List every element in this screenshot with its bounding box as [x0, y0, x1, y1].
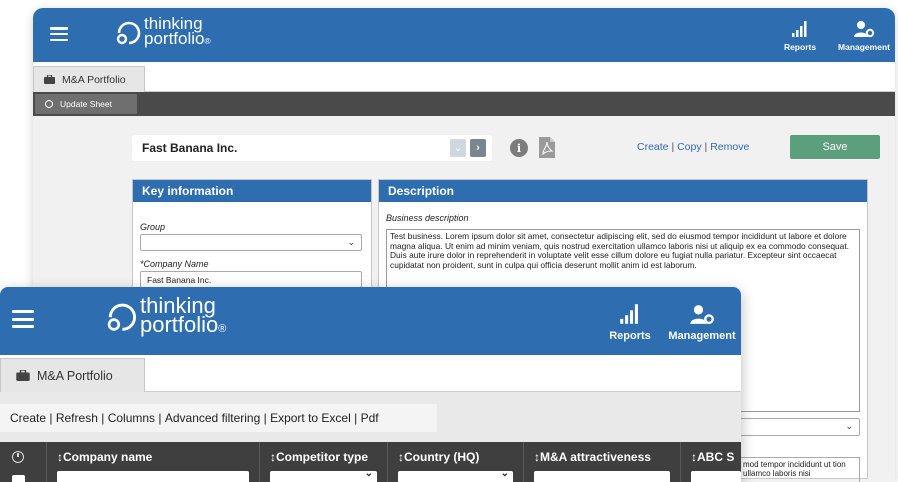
copy-link[interactable]: Copy: [677, 141, 702, 153]
abc-score-filter[interactable]: [691, 471, 741, 482]
update-sheet-button[interactable]: Update Sheet: [35, 94, 137, 114]
briefcase-icon: [44, 75, 55, 84]
nav-reports[interactable]: Reports: [606, 301, 654, 342]
chevron-right-icon[interactable]: ›: [470, 139, 486, 157]
brand-line2: portfolio: [144, 29, 205, 48]
logo-icon: [116, 21, 141, 45]
separator: |: [354, 411, 358, 425]
chevron-down-icon[interactable]: ⌄: [450, 139, 466, 157]
secondary-textarea[interactable]: mod tempor incididunt ut tion ullamco la…: [739, 457, 860, 482]
nav-management[interactable]: Management: [666, 301, 738, 342]
column-company-name[interactable]: ↕Company name: [46, 442, 259, 482]
nav-reports[interactable]: Reports: [782, 18, 818, 52]
export-excel-link[interactable]: Export to Excel: [270, 411, 351, 425]
update-sheet-label: Update Sheet: [60, 99, 112, 109]
select-column: [0, 442, 46, 482]
nav-reports-label: Reports: [783, 42, 817, 52]
logo-icon: [107, 303, 136, 331]
remove-link[interactable]: Remove: [710, 141, 749, 153]
tab-ma-portfolio[interactable]: M&A Portfolio: [33, 66, 145, 92]
company-name-label: *Company Name: [140, 259, 209, 269]
brand-logo[interactable]: thinking portfolio®: [103, 295, 227, 337]
menu-icon[interactable]: [12, 310, 34, 328]
separator: |: [49, 411, 53, 425]
column-ma-attractiveness[interactable]: ↕M&A attractiveness: [523, 442, 680, 482]
nav-management-label: Management: [668, 330, 736, 342]
tab-row: M&A Portfolio: [0, 355, 741, 392]
separator: |: [158, 411, 162, 425]
chevron-down-icon: ⌄: [500, 468, 509, 479]
refresh-link[interactable]: Refresh: [56, 411, 98, 425]
top-navbar: thinking portfolio® Reports Management: [33, 8, 895, 62]
brand-logo[interactable]: thinking portfolio®: [113, 16, 211, 48]
front-window: thinking portfolio® Reports Management M…: [0, 287, 741, 482]
column-label: ↕ABC S: [691, 450, 735, 464]
info-icon[interactable]: i: [510, 139, 528, 157]
column-label: ↕Competitor type: [270, 450, 369, 464]
ma-attractiveness-filter[interactable]: [534, 471, 670, 482]
column-label: ↕Company name: [57, 450, 153, 464]
group-select[interactable]: ⌄: [140, 234, 362, 251]
tab-label: M&A Portfolio: [37, 368, 113, 383]
sheet-toolbar: Update Sheet: [33, 92, 895, 116]
column-label: ↕M&A attractiveness: [534, 450, 651, 464]
brand-line2: portfolio: [140, 312, 219, 337]
user-gear-icon: [666, 301, 738, 325]
separator: |: [704, 141, 708, 153]
pdf-icon[interactable]: [539, 137, 555, 158]
company-name-filter[interactable]: [57, 471, 249, 482]
nav-reports-label: Reports: [609, 330, 651, 342]
grid-header: ↕Company name ↕Competitor type ⌄ ↕Countr…: [0, 442, 741, 482]
description-title: Description: [379, 180, 867, 202]
competitor-type-filter[interactable]: ⌄: [270, 468, 377, 482]
save-button[interactable]: Save: [790, 135, 880, 159]
chevron-down-icon: ⌄: [347, 237, 355, 247]
column-competitor-type[interactable]: ↕Competitor type ⌄: [259, 442, 387, 482]
company-select[interactable]: Fast Banana Inc.: [132, 135, 492, 161]
advanced-filtering-link[interactable]: Advanced filtering: [165, 411, 260, 425]
chevron-down-icon: ⌄: [364, 468, 373, 479]
record-actions: Create | Copy | Remove: [637, 141, 749, 153]
columns-link[interactable]: Columns: [108, 411, 155, 425]
grid-toolbar: Create | Refresh | Columns | Advanced fi…: [0, 404, 437, 432]
country-filter[interactable]: ⌄: [398, 468, 513, 482]
brand-reg: ®: [218, 323, 227, 335]
clock-icon: [12, 451, 24, 463]
nav-management[interactable]: Management: [833, 18, 895, 52]
user-gear-icon: [833, 18, 895, 38]
checkbox-icon[interactable]: [12, 475, 25, 482]
create-link[interactable]: Create: [10, 411, 46, 425]
group-label: Group: [140, 222, 166, 232]
company-name-input[interactable]: Fast Banana Inc.: [140, 271, 362, 288]
tab-label: M&A Portfolio: [62, 73, 126, 86]
tab-row: M&A Portfolio: [33, 62, 895, 92]
radio-icon: [45, 100, 53, 108]
separator: |: [671, 141, 675, 153]
description-select[interactable]: ⌄: [739, 418, 860, 436]
separator: |: [101, 411, 105, 425]
column-label: ↕Country (HQ): [398, 450, 480, 464]
create-link[interactable]: Create: [637, 141, 669, 153]
key-information-title: Key information: [133, 180, 371, 202]
column-abc-score[interactable]: ↕ABC S: [680, 442, 741, 482]
signal-bars-icon: [606, 301, 654, 325]
pdf-link[interactable]: Pdf: [361, 411, 379, 425]
tab-ma-portfolio[interactable]: M&A Portfolio: [0, 358, 145, 392]
chevron-down-icon: ⌄: [845, 421, 853, 431]
top-navbar: thinking portfolio® Reports Management: [0, 287, 741, 355]
briefcase-icon: [16, 370, 30, 381]
business-description-label: Business description: [386, 213, 469, 223]
column-country-hq[interactable]: ↕Country (HQ) ⌄: [387, 442, 523, 482]
separator: |: [263, 411, 267, 425]
nav-management-label: Management: [838, 42, 890, 52]
menu-icon[interactable]: [50, 27, 68, 41]
signal-bars-icon: [782, 18, 818, 38]
brand-reg: ®: [204, 36, 211, 46]
